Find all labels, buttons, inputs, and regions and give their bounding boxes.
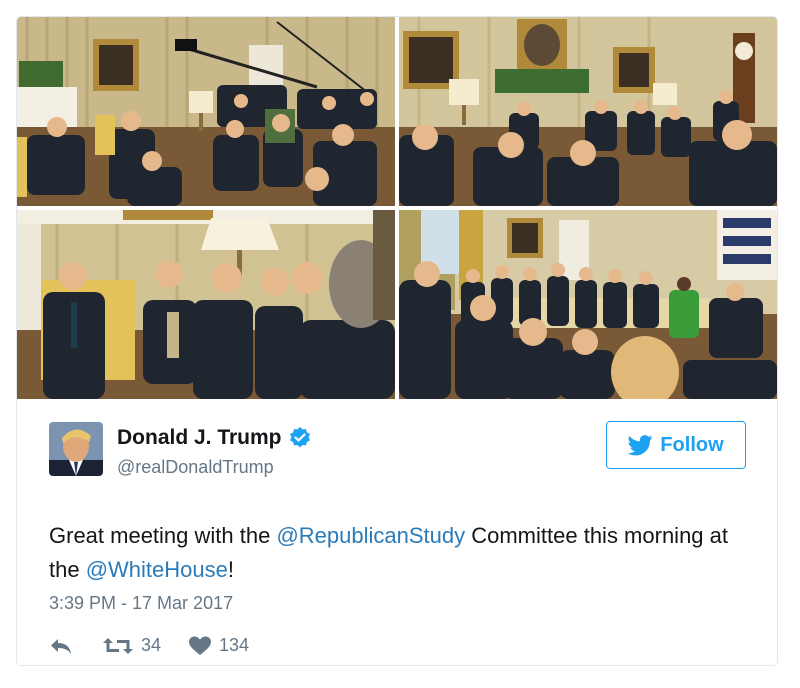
meeting-photo-icon — [399, 210, 777, 399]
meeting-photo-icon — [17, 17, 395, 206]
tweet-timestamp[interactable]: 3:39 PM - 17 Mar 2017 — [49, 593, 233, 614]
heart-icon — [189, 636, 212, 655]
follow-button[interactable]: Follow — [606, 421, 746, 469]
twitter-bird-icon — [628, 434, 653, 455]
retweet-button[interactable]: 34 — [103, 635, 161, 656]
mention-link[interactable]: @RepublicanStudy — [276, 523, 465, 548]
reply-button[interactable] — [49, 636, 73, 656]
reply-icon — [51, 638, 71, 654]
mention-link[interactable]: @WhiteHouse — [86, 557, 228, 582]
author-name-text: Donald J. Trump — [117, 426, 282, 449]
tweet-actions: 34 134 — [49, 635, 249, 656]
meeting-photo-icon — [17, 210, 395, 399]
author-handle[interactable]: @realDonaldTrump — [117, 457, 274, 478]
tweet-text: Great meeting with the @RepublicanStudy … — [49, 519, 749, 587]
tweet-text-part: ! — [227, 557, 234, 582]
media-photo-1[interactable] — [17, 17, 395, 206]
retweet-count: 34 — [141, 635, 162, 655]
like-count: 134 — [219, 635, 250, 655]
media-photo-4[interactable] — [399, 210, 777, 399]
author-name[interactable]: Donald J. Trump — [117, 426, 312, 450]
retweet-icon — [103, 637, 133, 654]
like-button[interactable]: 134 — [189, 635, 249, 656]
media-photo-2[interactable] — [399, 17, 777, 206]
media-photo-3[interactable] — [17, 210, 395, 399]
avatar[interactable] — [49, 422, 103, 476]
tweet-card: Donald J. Trump @realDonaldTrump Follow … — [16, 16, 778, 666]
follow-label: Follow — [660, 433, 724, 456]
meeting-photo-icon — [399, 17, 777, 206]
verified-badge-icon — [289, 427, 310, 448]
profile-photo-icon — [49, 422, 103, 476]
tweet-text-part: Great meeting with the — [49, 523, 277, 548]
media-grid — [17, 17, 777, 399]
tweet-body: Donald J. Trump @realDonaldTrump Follow … — [17, 399, 777, 665]
